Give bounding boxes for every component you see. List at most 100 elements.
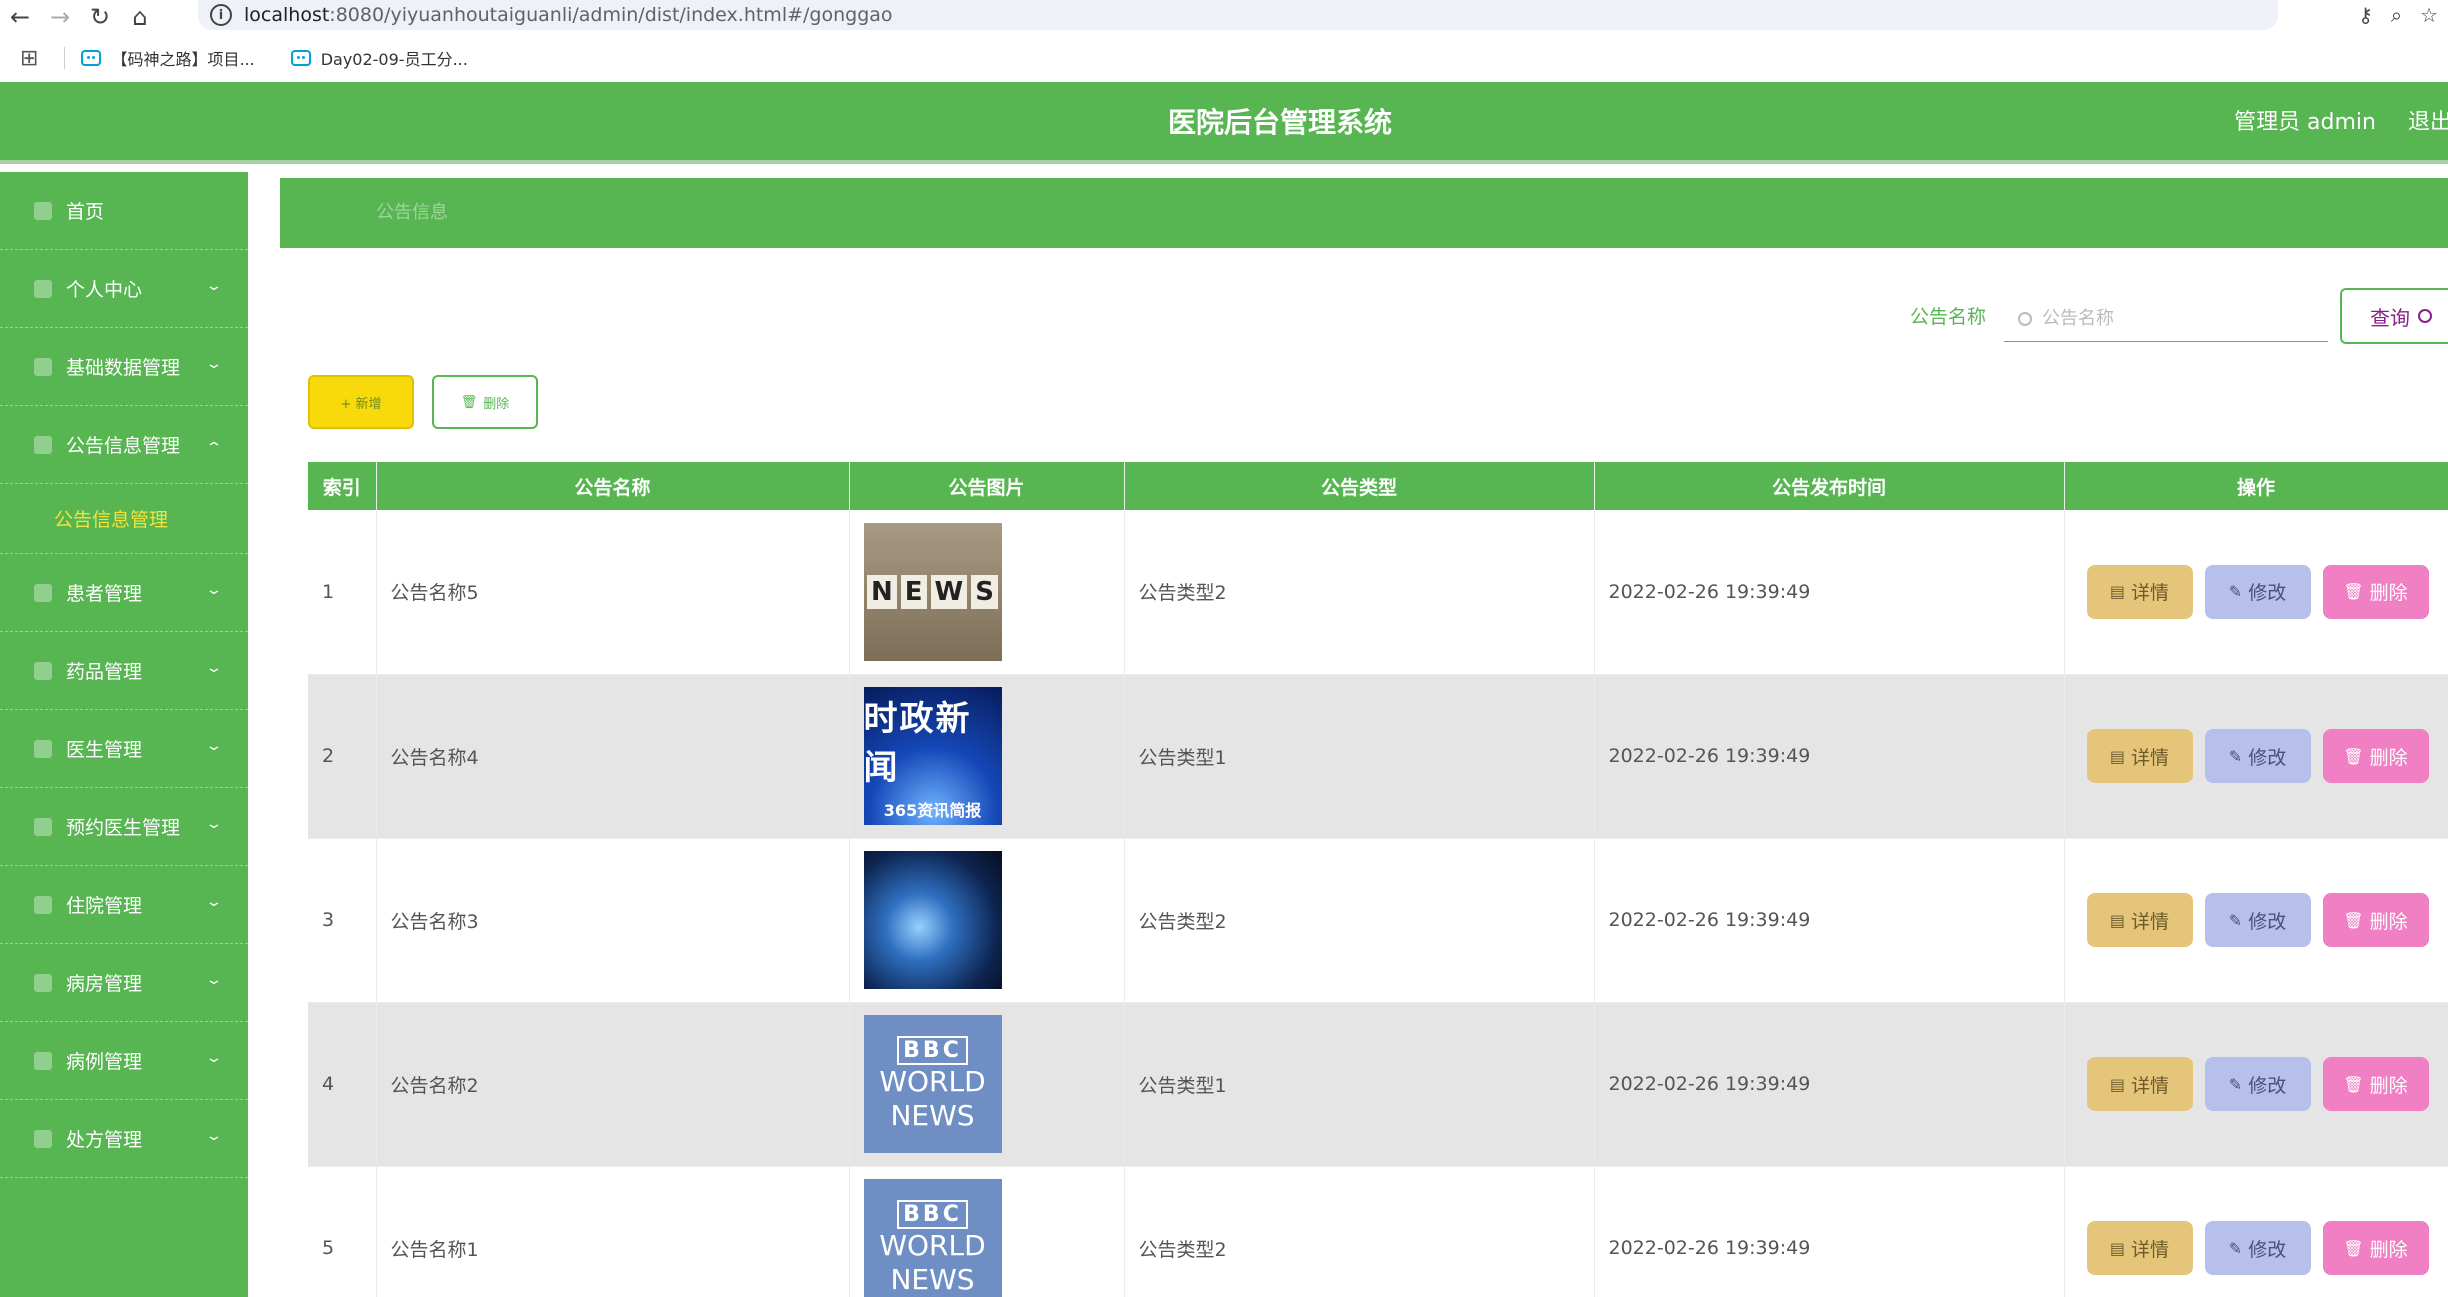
sidebar-item-cases[interactable]: 病例管理 ⌄ [0, 1022, 248, 1100]
cell-type: 公告类型2 [1124, 510, 1595, 675]
prescription-icon [34, 1129, 52, 1148]
table-header-row: 索引 公告名称 公告图片 公告类型 公告发布时间 操作 [308, 462, 2448, 510]
cell-actions: ▤ 详情 ✎ 修改 🗑 删除 [2064, 838, 2448, 1003]
sidebar-item-appointments[interactable]: 预约医生管理 ⌄ [0, 788, 248, 866]
edit-label: 修改 [2248, 1074, 2287, 1097]
detail-label: 详情 [2131, 1074, 2170, 1097]
cell-name: 公告名称1 [376, 1166, 850, 1297]
delete-button[interactable]: 🗑 删除 [2322, 1057, 2429, 1111]
bookmark-2[interactable]: Day02-09-员工分... [290, 46, 468, 70]
notice-image-bbc[interactable]: BBC WORLD NEWS [863, 1015, 1002, 1153]
image-subtitle: 365资讯简报 [883, 801, 982, 820]
appointment-icon [34, 817, 52, 836]
sidebar-item-inpatient[interactable]: 住院管理 ⌄ [0, 866, 248, 944]
cell-index: 1 [308, 510, 377, 675]
detail-button[interactable]: ▤ 详情 [2086, 893, 2193, 947]
cell-image [849, 838, 1125, 1003]
forward-icon[interactable]: → [40, 2, 80, 32]
url-text[interactable]: localhost:8080/yiyuanhoutaiguanli/admin/… [244, 4, 893, 26]
search-icon [2418, 309, 2432, 323]
bilibili-icon [81, 50, 102, 66]
detail-button[interactable]: ▤ 详情 [2086, 1057, 2193, 1111]
detail-button[interactable]: ▤ 详情 [2086, 1221, 2193, 1275]
notice-image-globe[interactable] [863, 851, 1002, 989]
chevron-down-icon: ⌄ [205, 1128, 223, 1144]
news-letter: W [930, 574, 968, 609]
zoom-icon[interactable]: ⌕ [2391, 3, 2402, 27]
bookmark-star-icon[interactable]: ☆ [2420, 3, 2438, 27]
column-header-index: 索引 [308, 462, 377, 510]
site-info-icon[interactable]: i [210, 4, 232, 26]
inpatient-icon [34, 895, 52, 914]
notice-image-news[interactable]: NEWS [863, 522, 1002, 661]
search-input[interactable] [2042, 308, 2322, 329]
detail-button[interactable]: ▤ 详情 [2086, 564, 2193, 619]
delete-button[interactable]: 🗑 删除 [2322, 893, 2429, 947]
notice-image-political-news[interactable]: 时政新闻 365资讯简报 [863, 687, 1002, 825]
chevron-down-icon: ⌄ [205, 894, 223, 910]
sidebar-item-medicine[interactable]: 药品管理 ⌄ [0, 632, 248, 710]
sidebar-item-label: 药品管理 [66, 661, 143, 683]
sidebar-item-home[interactable]: 首页 [0, 172, 248, 250]
chrome-toolbar-right: ⚷ ⌕ ☆ [2358, 0, 2438, 30]
chevron-down-icon: ⌄ [205, 582, 223, 598]
password-key-icon[interactable]: ⚷ [2358, 3, 2373, 27]
url-box[interactable]: i localhost:8080/yiyuanhoutaiguanli/admi… [198, 0, 2278, 30]
edit-label: 修改 [2248, 910, 2287, 933]
sidebar-item-patients[interactable]: 患者管理 ⌄ [0, 554, 248, 632]
url-host: localhost [244, 4, 330, 26]
sidebar-item-label: 个人中心 [66, 279, 143, 301]
detail-label: 详情 [2131, 910, 2170, 933]
cell-type: 公告类型2 [1124, 1166, 1595, 1297]
cell-actions: ▤ 详情 ✎ 修改 🗑 删除 [2064, 1002, 2448, 1167]
edit-button[interactable]: ✎ 修改 [2204, 1221, 2311, 1275]
delete-button[interactable]: 🗑 删除 [2322, 564, 2429, 619]
column-header-name: 公告名称 [376, 462, 850, 510]
cell-type: 公告类型1 [1124, 1002, 1595, 1167]
home-icon[interactable]: ⌂ [120, 2, 160, 32]
delete-button[interactable]: 🗑 删除 [2322, 729, 2429, 783]
notice-image-bbc[interactable]: BBC WORLD NEWS [863, 1179, 1002, 1297]
breadcrumb[interactable]: 公告信息 [376, 178, 448, 248]
reload-icon[interactable]: ↻ [80, 2, 120, 32]
image-line: WORLD [879, 1228, 986, 1262]
current-user: 管理员 admin [2234, 110, 2376, 135]
bookmark-1[interactable]: 【码神之路】项目... [81, 46, 255, 70]
cell-index: 4 [308, 1002, 377, 1167]
breadcrumb-bar: 公告信息 [280, 178, 2448, 248]
edit-button[interactable]: ✎ 修改 [2204, 564, 2311, 619]
delete-label: 删除 [2369, 910, 2408, 933]
sidebar-item-wards[interactable]: 病房管理 ⌄ [0, 944, 248, 1022]
sidebar-subitem-notice-management[interactable]: 公告信息管理 [0, 484, 248, 554]
edit-button[interactable]: ✎ 修改 [2204, 893, 2311, 947]
edit-label: 修改 [2248, 582, 2287, 605]
chevron-down-icon: ⌄ [205, 816, 223, 832]
cell-type: 公告类型2 [1124, 838, 1595, 1003]
cell-index: 2 [308, 674, 377, 839]
sidebar-item-doctors[interactable]: 医生管理 ⌄ [0, 710, 248, 788]
bookmark-1-label: 【码神之路】项目... [111, 50, 255, 69]
document-icon: ▤ [2109, 746, 2126, 766]
sidebar-item-prescriptions[interactable]: 处方管理 ⌄ [0, 1100, 248, 1178]
cell-actions: ▤ 详情 ✎ 修改 🗑 删除 [2064, 674, 2448, 839]
logout-link[interactable]: 退出 [2408, 82, 2448, 164]
add-button[interactable]: + 新增 [308, 375, 414, 429]
document-icon: ▤ [2109, 1238, 2126, 1258]
edit-button[interactable]: ✎ 修改 [2204, 1057, 2311, 1111]
cell-image: NEWS [849, 510, 1125, 675]
detail-button[interactable]: ▤ 详情 [2086, 729, 2193, 783]
query-button[interactable]: 查询 [2340, 288, 2448, 344]
sidebar-subitem-label: 公告信息管理 [54, 509, 169, 531]
home-icon [34, 201, 52, 220]
delete-label: 删除 [2369, 746, 2408, 769]
edit-button[interactable]: ✎ 修改 [2204, 729, 2311, 783]
cell-time: 2022-02-26 19:39:49 [1594, 838, 2065, 1003]
sidebar-item-notices[interactable]: 公告信息管理 ⌃ [0, 406, 248, 484]
delete-button[interactable]: 🗑 删除 [2322, 1221, 2429, 1275]
apps-grid-icon[interactable]: ⊞ [20, 46, 38, 71]
sidebar-item-basic-data[interactable]: 基础数据管理 ⌄ [0, 328, 248, 406]
search-box [2004, 296, 2328, 342]
batch-delete-button[interactable]: 🗑 删除 [432, 375, 538, 429]
sidebar-item-profile[interactable]: 个人中心 ⌄ [0, 250, 248, 328]
back-icon[interactable]: ← [0, 2, 40, 32]
